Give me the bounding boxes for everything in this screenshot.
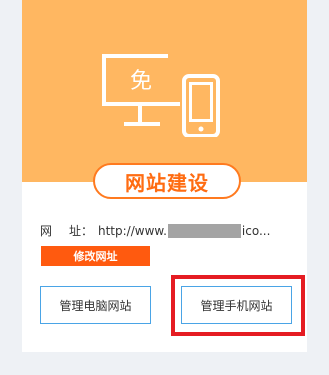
- address-url-suffix: ico...: [241, 223, 271, 238]
- page-title: 网站建设: [93, 163, 241, 199]
- monitor-phone-icon: 免: [102, 54, 220, 137]
- mian-glyph: 免: [130, 69, 152, 94]
- highlight-box: [171, 275, 305, 336]
- manage-pc-site-button[interactable]: 管理电脑网站: [40, 286, 151, 324]
- modify-address-button[interactable]: 修改网址: [41, 246, 150, 266]
- address-url-prefix: http://www.: [98, 223, 167, 238]
- address-label: 网址：: [40, 224, 94, 238]
- hero-banner: 免: [22, 0, 307, 182]
- redacted-block: [167, 223, 241, 238]
- website-address-row: 网址： http://www. ico...: [40, 222, 270, 239]
